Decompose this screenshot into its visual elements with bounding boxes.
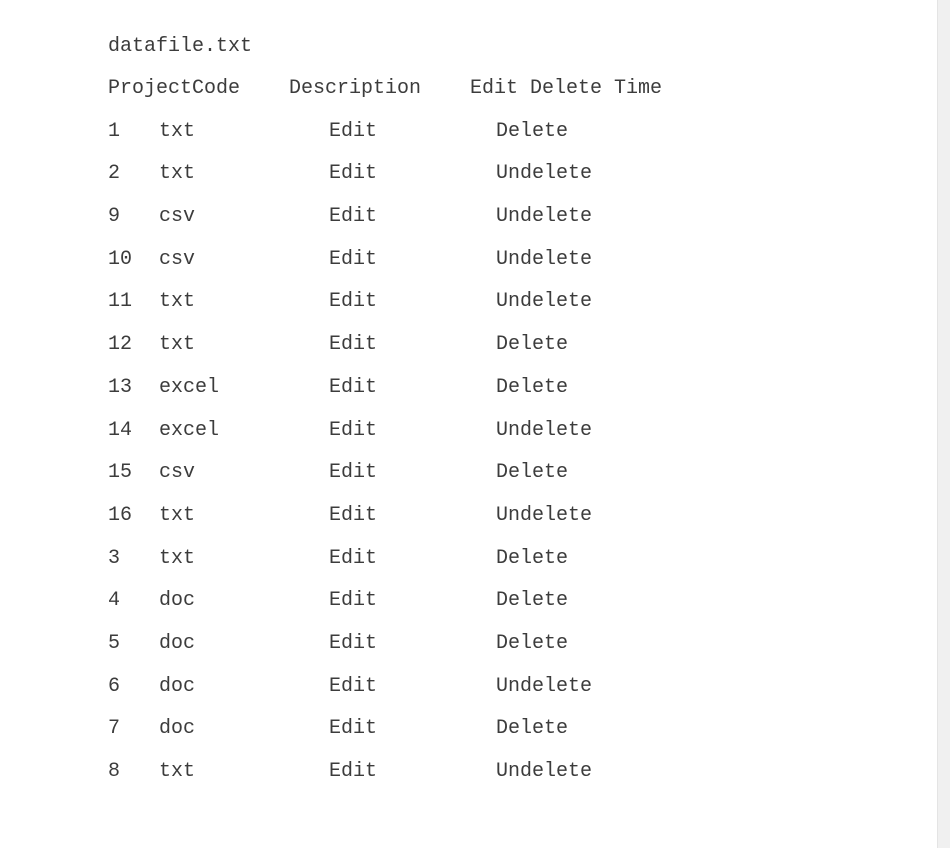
row-id: 9 [108, 205, 121, 229]
row-id: 7 [108, 717, 121, 741]
row-id: 2 [108, 162, 121, 186]
row-type: txt [159, 290, 196, 314]
file-title: datafile.txt [108, 35, 253, 58]
edit-link[interactable]: Edit [329, 324, 377, 367]
page: datafile.txt ProjectCode Description Edit … [0, 0, 950, 848]
edit-link[interactable]: Edit [329, 623, 377, 666]
row-type: doc [159, 674, 196, 698]
row-id: 15 [108, 461, 133, 485]
edit-link[interactable]: Edit [329, 153, 377, 196]
edit-link[interactable]: Edit [329, 666, 377, 709]
row-id: 16 [108, 503, 133, 527]
row-type: txt [159, 546, 196, 570]
delete-toggle-link[interactable]: Delete [496, 111, 568, 154]
row-type: doc [159, 717, 196, 741]
row-type: txt [159, 503, 196, 527]
header-edit-delete-time: Edit Delete Time [470, 77, 663, 100]
edit-link[interactable]: Edit [329, 196, 377, 239]
delete-toggle-link[interactable]: Undelete [496, 239, 592, 282]
table-row: 6 doc Edit Undelete [108, 666, 662, 709]
row-type: excel [159, 418, 220, 442]
delete-toggle-link[interactable]: Undelete [496, 751, 592, 794]
table-header: ProjectCode Description Edit Delete Time [108, 68, 662, 111]
table-row: 15 csv Edit Delete [108, 452, 662, 495]
table-row: 10 csv Edit Undelete [108, 239, 662, 282]
table-row: 8 txt Edit Undelete [108, 751, 662, 794]
row-id: 13 [108, 375, 133, 399]
delete-toggle-link[interactable]: Undelete [496, 281, 592, 324]
table-row: 3 txt Edit Delete [108, 538, 662, 581]
delete-toggle-link[interactable]: Undelete [496, 666, 592, 709]
edit-link[interactable]: Edit [329, 495, 377, 538]
edit-link[interactable]: Edit [329, 111, 377, 154]
delete-toggle-link[interactable]: Undelete [496, 410, 592, 453]
row-id: 4 [108, 589, 121, 613]
row-id: 12 [108, 333, 133, 357]
table-row: 7 doc Edit Delete [108, 708, 662, 751]
table-row: 16 txt Edit Undelete [108, 495, 662, 538]
row-type: excel [159, 375, 220, 399]
table-body: 1 txt Edit Delete 2 txt Edit Undelete 9 csv Edit Un… [108, 111, 662, 794]
delete-toggle-link[interactable]: Delete [496, 324, 568, 367]
edit-link[interactable]: Edit [329, 580, 377, 623]
row-id: 5 [108, 631, 121, 655]
delete-toggle-link[interactable]: Delete [496, 708, 568, 751]
row-id: 11 [108, 290, 133, 314]
delete-toggle-link[interactable]: Delete [496, 538, 568, 581]
delete-toggle-link[interactable]: Delete [496, 367, 568, 410]
edit-link[interactable]: Edit [329, 751, 377, 794]
row-id: 6 [108, 674, 121, 698]
table-row: 12 txt Edit Delete [108, 324, 662, 367]
header-description: Description [289, 77, 422, 100]
vertical-scrollbar[interactable] [937, 0, 950, 848]
delete-toggle-link[interactable]: Undelete [496, 196, 592, 239]
table-row: 1 txt Edit Delete [108, 111, 662, 154]
delete-toggle-link[interactable]: Delete [496, 452, 568, 495]
table-row: 2 txt Edit Undelete [108, 153, 662, 196]
table-row: 13 excel Edit Delete [108, 367, 662, 410]
edit-link[interactable]: Edit [329, 367, 377, 410]
row-type: csv [159, 205, 196, 229]
row-type: csv [159, 247, 196, 271]
edit-link[interactable]: Edit [329, 410, 377, 453]
edit-link[interactable]: Edit [329, 281, 377, 324]
table-row: 11 txt Edit Undelete [108, 281, 662, 324]
header-project-code: ProjectCode [108, 77, 241, 100]
delete-toggle-link[interactable]: Undelete [496, 153, 592, 196]
row-type: txt [159, 333, 196, 357]
delete-toggle-link[interactable]: Delete [496, 623, 568, 666]
row-id: 1 [108, 119, 121, 143]
row-id: 10 [108, 247, 133, 271]
row-type: txt [159, 162, 196, 186]
delete-toggle-link[interactable]: Undelete [496, 495, 592, 538]
row-type: csv [159, 461, 196, 485]
edit-link[interactable]: Edit [329, 239, 377, 282]
file-listing: datafile.txt ProjectCode Description Edit … [108, 0, 662, 794]
edit-link[interactable]: Edit [329, 538, 377, 581]
row-id: 14 [108, 418, 133, 442]
row-type: txt [159, 760, 196, 783]
delete-toggle-link[interactable]: Delete [496, 580, 568, 623]
row-id: 8 [108, 760, 121, 783]
row-id: 3 [108, 546, 121, 570]
table-row: 9 csv Edit Undelete [108, 196, 662, 239]
edit-link[interactable]: Edit [329, 708, 377, 751]
table-row: 14 excel Edit Undelete [108, 410, 662, 453]
table-row: 5 doc Edit Delete [108, 623, 662, 666]
row-type: doc [159, 631, 196, 655]
row-type: doc [159, 589, 196, 613]
row-type: txt [159, 119, 196, 143]
edit-link[interactable]: Edit [329, 452, 377, 495]
table-row: 4 doc Edit Delete [108, 580, 662, 623]
